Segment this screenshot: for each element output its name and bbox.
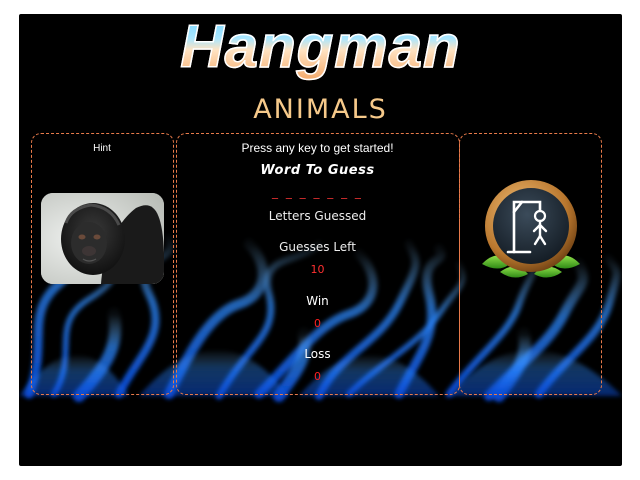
guesses-left-label: Guesses Left bbox=[279, 240, 356, 254]
letters-guessed-label: Letters Guessed bbox=[268, 209, 367, 223]
hangman-panel bbox=[459, 133, 602, 395]
win-label: Win bbox=[306, 294, 329, 308]
start-message: Press any key to get started! bbox=[241, 141, 394, 155]
game-title: Hangman bbox=[19, 14, 622, 81]
word-blanks: _ _ _ _ _ _ _ bbox=[272, 185, 363, 199]
win-count: 0 bbox=[314, 317, 321, 330]
hint-panel: Hint bbox=[31, 133, 174, 395]
game-frame: Hangman ANIMALS Hint Press any key to ge… bbox=[19, 14, 622, 466]
word-to-guess-heading: Word To Guess bbox=[260, 163, 375, 178]
game-board-panel: Press any key to get started! Word To Gu… bbox=[176, 133, 460, 395]
loss-count: 0 bbox=[314, 370, 321, 383]
hint-image-gibbon bbox=[41, 193, 164, 284]
guesses-left-value: 10 bbox=[310, 263, 325, 276]
loss-label: Loss bbox=[304, 347, 331, 361]
category-label: ANIMALS bbox=[253, 94, 388, 125]
gallows-icon bbox=[482, 180, 580, 278]
hint-label: Hint bbox=[93, 143, 111, 154]
